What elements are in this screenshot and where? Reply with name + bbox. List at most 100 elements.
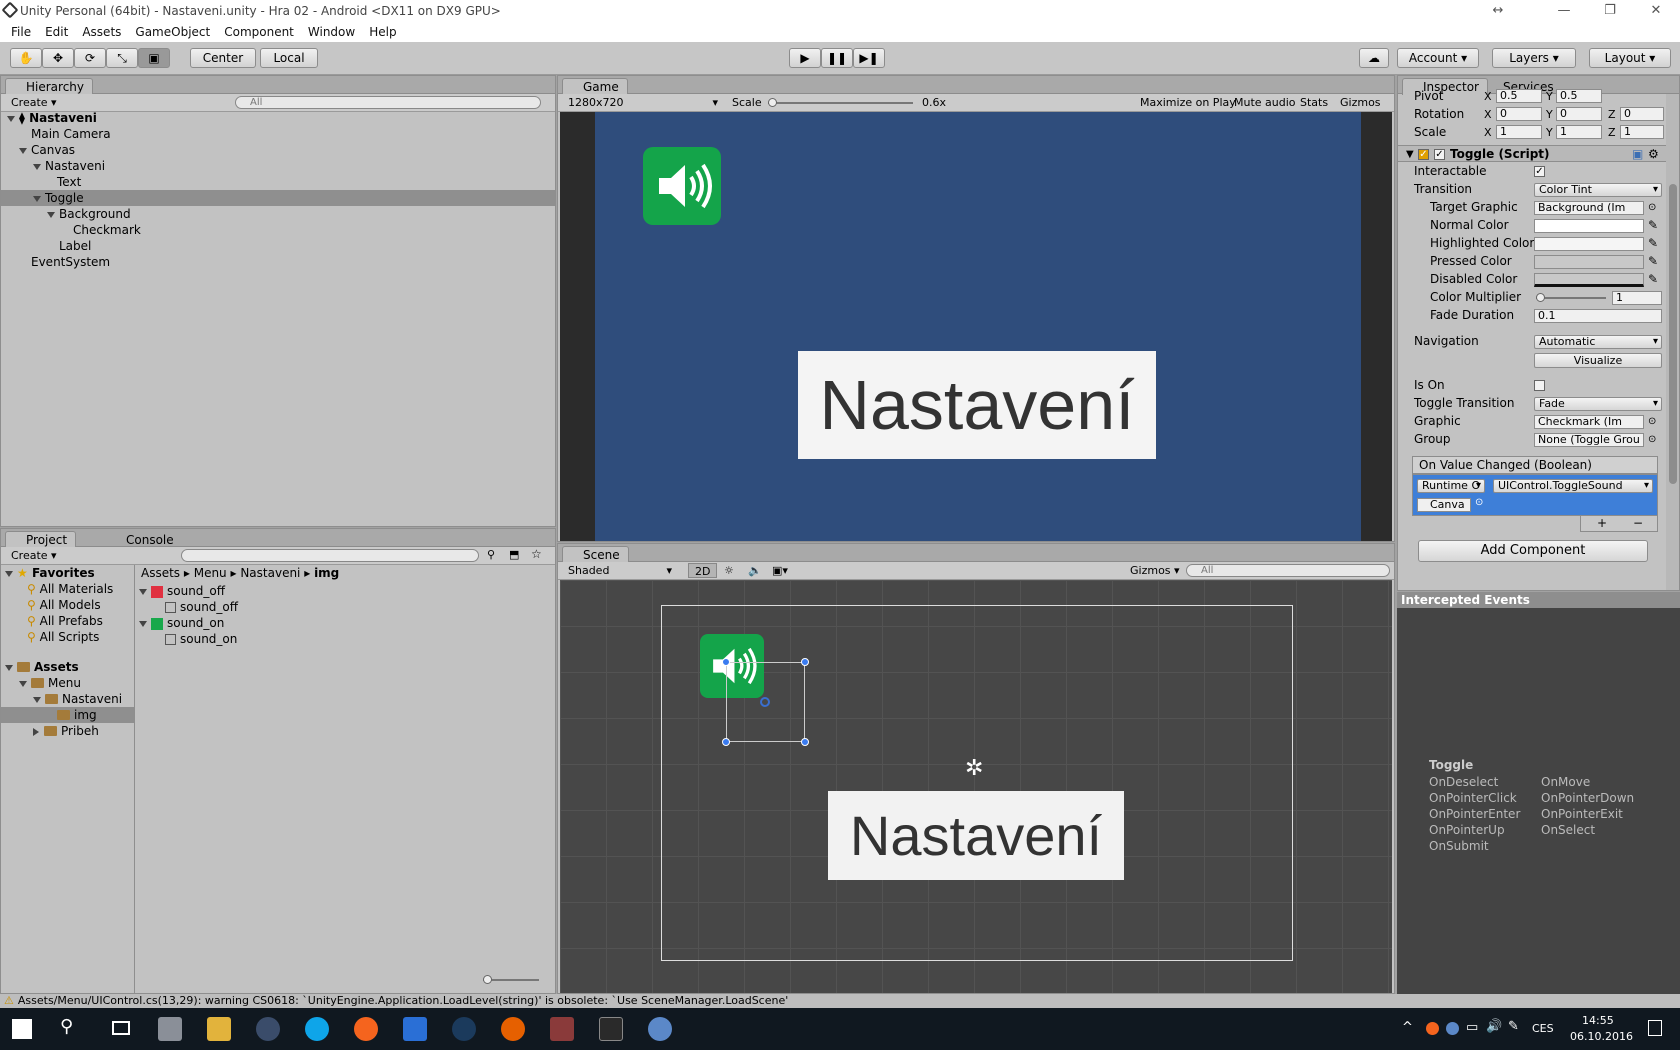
rotation-x-field[interactable]: 0 <box>1496 107 1542 121</box>
project-search-input[interactable] <box>181 549 479 562</box>
restore-button[interactable]: ❐ <box>1588 0 1632 22</box>
tab-console[interactable]: Console <box>105 531 183 548</box>
resolution-dropdown[interactable]: 1280x720 ▾ <box>562 95 722 110</box>
hierarchy-item-toggle[interactable]: Toggle <box>1 190 555 206</box>
favorites-header[interactable]: ★ Favorites <box>1 565 134 581</box>
tray-pen-icon[interactable]: ✎ <box>1508 1019 1519 1034</box>
tree-item-menu[interactable]: Menu <box>1 675 134 691</box>
layout-dropdown[interactable]: Layout ▾ <box>1589 48 1671 68</box>
navigation-dropdown[interactable]: Automatic <box>1534 335 1662 349</box>
firefox-icon[interactable] <box>501 1017 525 1041</box>
settings-gear-icon[interactable]: ⚙ <box>1648 146 1659 163</box>
runtime-dropdown[interactable]: Runtime O <box>1417 479 1485 493</box>
mode-2d-button[interactable]: 2D <box>688 563 718 578</box>
uplay-icon[interactable] <box>403 1017 427 1041</box>
rotation-z-field[interactable]: 0 <box>1620 107 1664 121</box>
disabled-color-swatch[interactable] <box>1534 273 1644 287</box>
explorer-icon[interactable] <box>158 1017 182 1041</box>
breadcrumb-nastaveni[interactable]: Nastaveni <box>240 566 300 580</box>
tray-volume-icon[interactable]: 🔊 <box>1486 1019 1502 1034</box>
tray-network-icon[interactable]: ▭ <box>1466 1020 1478 1035</box>
game-viewport[interactable]: Nastavení <box>560 112 1392 541</box>
hierarchy-item-eventsystem[interactable]: EventSystem <box>1 254 555 270</box>
hierarchy-item-canvas[interactable]: Canvas <box>1 142 555 158</box>
steam-icon[interactable] <box>452 1017 476 1041</box>
target-object-field[interactable]: Canva <box>1417 498 1471 512</box>
assets-header[interactable]: Assets <box>1 659 134 675</box>
layers-dropdown[interactable]: Layers ▾ <box>1492 48 1576 68</box>
tree-item-nastaveni[interactable]: Nastaveni <box>1 691 134 707</box>
scene-root[interactable]: ⧫ Nastaveni <box>1 110 555 126</box>
maximize-on-play-button[interactable]: Maximize on Play <box>1134 95 1242 110</box>
interactable-checkbox[interactable]: ✓ <box>1534 166 1545 177</box>
asset-sound-off-sprite[interactable]: sound_off <box>137 599 555 615</box>
favorite-all-prefabs[interactable]: ⚲ All Prefabs <box>1 613 134 629</box>
remove-listener-button[interactable]: − <box>1633 516 1643 530</box>
eyedropper-icon[interactable]: ✎ <box>1648 235 1658 252</box>
stats-button[interactable]: Stats <box>1294 95 1334 110</box>
hierarchy-item-background[interactable]: Background <box>1 206 555 222</box>
windows-start-icon[interactable] <box>12 1019 32 1039</box>
minimize-button[interactable]: — <box>1542 0 1586 22</box>
scale-y-field[interactable]: 1 <box>1556 125 1602 139</box>
shading-dropdown[interactable]: Shaded ▾ <box>562 563 676 578</box>
component-enabled-checkbox[interactable]: ✓ <box>1434 149 1445 160</box>
origin-icon[interactable] <box>354 1017 378 1041</box>
cloud-button[interactable]: ☁ <box>1359 48 1389 68</box>
unity-icon[interactable] <box>599 1017 623 1041</box>
help-icon[interactable]: ▣ <box>1632 146 1643 163</box>
handle-bottom-left[interactable] <box>722 738 730 746</box>
scene-viewport[interactable]: ✲ Nastavení <box>560 580 1392 993</box>
handle-top-right[interactable] <box>801 658 809 666</box>
add-component-button[interactable]: Add Component <box>1418 540 1648 562</box>
move-tool-button[interactable]: ✥ <box>42 48 74 68</box>
color-multiplier-slider[interactable] <box>1536 293 1606 302</box>
menu-edit[interactable]: Edit <box>45 25 68 39</box>
hierarchy-search-input[interactable]: All <box>235 96 541 109</box>
transition-dropdown[interactable]: Color Tint <box>1534 183 1662 197</box>
normal-color-swatch[interactable] <box>1534 219 1644 233</box>
icon-size-slider[interactable] <box>483 975 539 984</box>
object-picker-icon[interactable]: ⊙ <box>1648 413 1656 430</box>
breadcrumb-menu[interactable]: Menu <box>194 566 227 580</box>
inspector-scrollbar[interactable] <box>1666 94 1679 590</box>
hierarchy-item-nastaveni[interactable]: Nastaveni <box>1 158 555 174</box>
object-picker-icon[interactable]: ⊙ <box>1648 431 1656 448</box>
favorite-all-models[interactable]: ⚲ All Models <box>1 597 134 613</box>
status-bar[interactable]: ⚠ Assets/Menu/UIControl.cs(13,29): warnin… <box>0 994 1680 1008</box>
component-header[interactable]: ▼ ✓ ✓ Toggle (Script) ▣ ⚙ <box>1398 145 1666 162</box>
menu-help[interactable]: Help <box>369 25 396 39</box>
asset-sound-on-sprite[interactable]: sound_on <box>137 631 555 647</box>
favorite-all-materials[interactable]: ⚲ All Materials <box>1 581 134 597</box>
tray-chevron-icon[interactable]: ^ <box>1402 1020 1413 1035</box>
tab-hierarchy[interactable]: Hierarchy <box>5 78 94 95</box>
account-dropdown[interactable]: Account ▾ <box>1397 48 1479 68</box>
hierarchy-create-button[interactable]: Create ▾ <box>5 95 63 110</box>
hierarchy-item-checkmark[interactable]: Checkmark <box>1 222 555 238</box>
pivot-center-button[interactable]: Center <box>190 48 256 68</box>
scale-tool-button[interactable]: ⤡ <box>106 48 138 68</box>
task-view-icon[interactable] <box>112 1021 130 1035</box>
hand-tool-button[interactable]: ✋ <box>10 48 42 68</box>
add-listener-button[interactable]: + <box>1597 516 1607 530</box>
hierarchy-item-label[interactable]: Label <box>1 238 555 254</box>
eyedropper-icon[interactable]: ✎ <box>1648 253 1658 270</box>
pivot-handle[interactable] <box>760 697 770 707</box>
favorite-all-scripts[interactable]: ⚲ All Scripts <box>1 629 134 645</box>
play-button[interactable]: ▶ <box>789 48 821 68</box>
rect-tool-button[interactable]: ▣ <box>138 48 170 68</box>
handle-bottom-right[interactable] <box>801 738 809 746</box>
gizmos-button[interactable]: Gizmos <box>1334 95 1387 110</box>
tray-steam-icon[interactable] <box>1446 1022 1459 1035</box>
scene-gizmos-button[interactable]: Gizmos ▾ <box>1124 563 1186 578</box>
is-on-checkbox[interactable] <box>1534 380 1545 391</box>
menu-gameobject[interactable]: GameObject <box>135 25 210 39</box>
project-create-button[interactable]: Create ▾ <box>5 548 63 563</box>
game-title-button[interactable]: Nastavení <box>798 351 1156 459</box>
resize-icon[interactable]: ↔ <box>1476 0 1520 22</box>
pivot-local-button[interactable]: Local <box>260 48 318 68</box>
event-listener[interactable]: Runtime O UIControl.ToggleSound Canva ⊙ <box>1412 474 1658 516</box>
notification-icon[interactable] <box>1648 1020 1662 1036</box>
tray-date[interactable]: 06.10.2016 <box>1570 1030 1633 1043</box>
search-icon[interactable]: ⚲ <box>60 1016 73 1037</box>
